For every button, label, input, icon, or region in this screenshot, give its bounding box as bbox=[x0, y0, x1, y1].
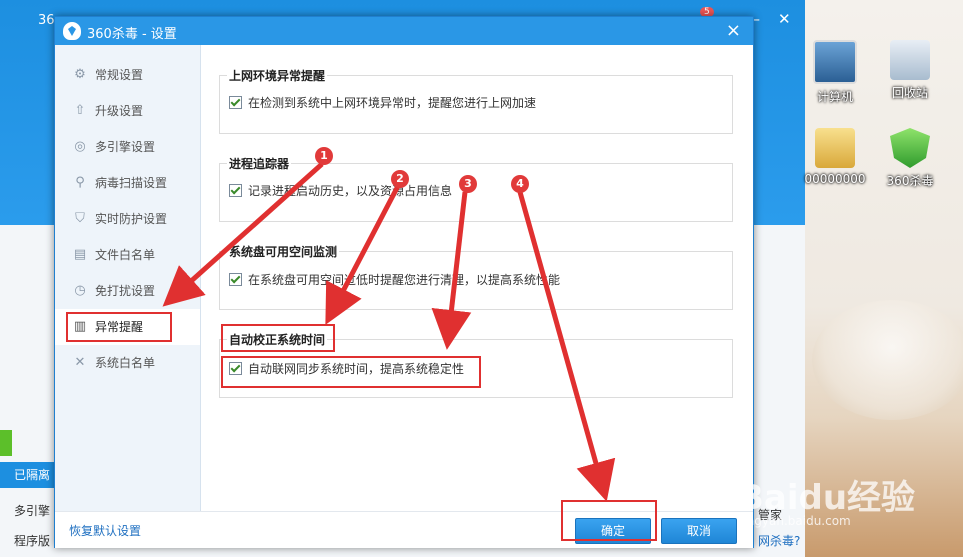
annotation-badge-4: 4 bbox=[511, 175, 529, 193]
annotation-badge-3: 3 bbox=[459, 175, 477, 193]
annotation-badge-1: 1 bbox=[315, 147, 333, 165]
annotation-badge-2: 2 bbox=[391, 170, 409, 188]
baidu-watermark: Baidu经验 bbox=[738, 478, 916, 518]
arrow-2 bbox=[325, 184, 401, 325]
arrow-3 bbox=[431, 191, 472, 350]
arrow-4 bbox=[517, 191, 616, 502]
baidu-watermark-url: jingyan.baidu.com bbox=[740, 514, 851, 528]
arrow-1 bbox=[162, 162, 324, 307]
